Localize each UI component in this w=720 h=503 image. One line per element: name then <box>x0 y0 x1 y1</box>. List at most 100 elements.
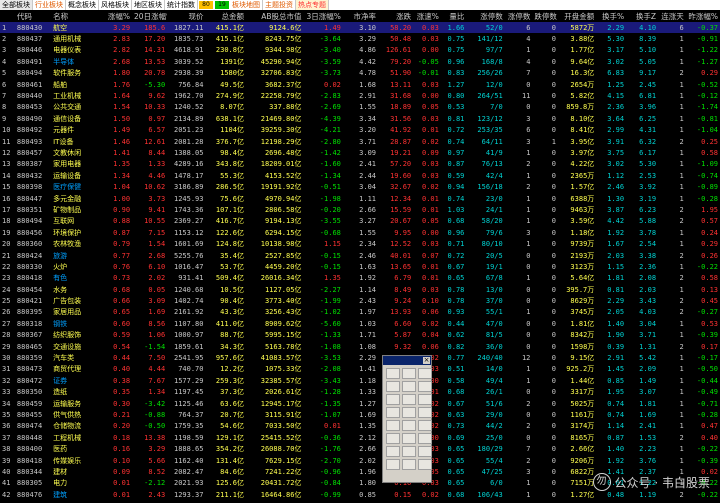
table-row[interactable]: 35 880455 供气供热 0.21 -0.88 764.37 20.7亿 3115.91亿… <box>0 409 720 420</box>
cell-2[interactable]: 传媒娱乐 <box>51 455 100 466</box>
draw-tool-icon[interactable] <box>402 394 416 405</box>
draw-tool-icon[interactable] <box>418 420 432 431</box>
table-row[interactable]: 31 880473 商贸代理 0.40 4.44 740.70 12.2亿 1075.33亿 -… <box>0 364 720 375</box>
table-row[interactable]: 24 880454 水务 0.68 0.05 1240.68 10.5亿 1127.05亿 -2… <box>0 284 720 295</box>
table-row[interactable]: 19 880456 环境保护 0.87 7.15 1153.12 122.6亿 6294.15… <box>0 227 720 238</box>
column-header-15[interactable]: 跌停数 <box>532 10 558 22</box>
table-row[interactable]: 18 880494 互联网 0.88 10.55 2369.27 416.7亿 9194.13… <box>0 216 720 227</box>
cell-2[interactable]: 水务 <box>51 284 100 295</box>
table-row[interactable]: 37 880448 工程机械 0.18 13.38 1198.59 129.1亿 25415.… <box>0 432 720 443</box>
tab-5[interactable]: 统计指数 <box>165 0 198 10</box>
cell-2[interactable]: 航空 <box>51 22 101 34</box>
column-header-20[interactable]: 昨涨幅% <box>685 10 720 22</box>
draw-tool-icon[interactable] <box>386 459 400 470</box>
cell-2[interactable]: 多元金融 <box>51 193 100 204</box>
draw-tool-icon[interactable] <box>386 433 400 444</box>
cell-2[interactable]: 建材 <box>51 466 100 477</box>
cell-2[interactable]: 电器仪表 <box>51 45 100 56</box>
cell-2[interactable]: 环境保护 <box>51 227 100 238</box>
cell-2[interactable]: 半导体 <box>51 56 100 67</box>
table-row[interactable]: 14 880432 运输设备 1.34 4.46 1478.17 55.3亿 4153.52亿… <box>0 170 720 181</box>
table-row[interactable]: 33 880350 造纸 0.35 1.34 1197.45 37.3亿 2026.61亿 -1… <box>0 387 720 398</box>
table-row[interactable]: 29 880465 交通设施 0.54 -1.54 1859.61 34.3亿 5163.78… <box>0 341 720 352</box>
cell-2[interactable]: 软件服务 <box>51 68 100 79</box>
column-header-13[interactable]: 涨停数 <box>466 10 505 22</box>
toolbox-titlebar[interactable]: × <box>383 356 431 365</box>
table-row[interactable]: 7 880440 工业机械 1.64 9.62 1962.70 274.9亿 22258.79… <box>0 90 720 101</box>
cell-2[interactable]: 工程机械 <box>51 432 100 443</box>
cell-2[interactable]: 造纸 <box>51 387 100 398</box>
draw-tool-icon[interactable] <box>418 433 432 444</box>
table-row[interactable]: 10 880492 元器件 1.49 6.57 2051.23 1104亿 39259.30亿… <box>0 125 720 136</box>
cell-2[interactable]: IT设备 <box>51 136 100 147</box>
draw-tool-icon[interactable] <box>418 368 432 379</box>
cell-2[interactable]: 通信设备 <box>51 113 100 124</box>
draw-tool-icon[interactable] <box>386 381 400 392</box>
cell-2[interactable]: 家居用品 <box>51 307 100 318</box>
draw-tool-icon[interactable] <box>418 394 432 405</box>
table-row[interactable]: 3 880446 电器仪表 2.82 14.31 4618.91 230.8亿 9344.98… <box>0 45 720 56</box>
table-row[interactable]: 23 880418 有色 0.73 2.02 931.41 509.4亿 26016.34亿 1… <box>0 273 720 284</box>
table-row[interactable]: 12 880457 文教休闲 1.41 8.44 1388.05 98.4亿 2696.48亿… <box>0 147 720 158</box>
table-row[interactable]: 25 880421 广告包装 0.66 3.09 1402.74 90.4亿 3773.40亿… <box>0 295 720 306</box>
column-header-10[interactable]: 涨跌 <box>378 10 414 22</box>
draw-tool-icon[interactable] <box>386 446 400 457</box>
draw-tool-icon[interactable] <box>402 459 416 470</box>
tab-1[interactable]: 行业板块 <box>33 0 66 10</box>
column-header-18[interactable]: 换手Z <box>626 10 659 22</box>
table-row[interactable]: 38 880400 医药 0.16 3.29 1888.65 354.2亿 26088.70亿… <box>0 443 720 454</box>
column-header-0[interactable] <box>0 10 15 22</box>
cell-2[interactable]: 广告包装 <box>51 295 100 306</box>
switch-a[interactable]: 80 <box>199 1 213 9</box>
cell-2[interactable]: 医药 <box>51 443 100 454</box>
cell-2[interactable]: 电力 <box>51 478 100 489</box>
cell-2[interactable]: 供气供热 <box>51 409 100 420</box>
cell-2[interactable]: 通用机械 <box>51 33 100 44</box>
table-row[interactable]: 13 880387 家用电器 1.35 1.33 4289.16 343.8亿 18209.0… <box>0 159 720 170</box>
cell-2[interactable]: 旅游 <box>51 250 100 261</box>
column-header-16[interactable]: 开盘金额 <box>557 10 597 22</box>
table-row[interactable]: 20 880360 农林牧渔 0.79 1.54 1601.69 124.8亿 10138.9… <box>0 238 720 249</box>
cell-2[interactable]: 文教休闲 <box>51 147 100 158</box>
column-header-7[interactable]: AB股总市值 <box>245 10 304 22</box>
table-row[interactable]: 36 880474 仓储物流 0.20 -0.50 1759.35 54.6亿 7033.50… <box>0 421 720 432</box>
table-row[interactable]: 39 880418 传媒娱乐 0.10 5.66 1162.40 131.4亿 7629.15… <box>0 455 720 466</box>
draw-tool-icon[interactable] <box>386 368 400 379</box>
column-header-1[interactable]: 代码 <box>14 10 52 22</box>
column-header-9[interactable]: 市净率 <box>342 10 379 22</box>
cell-2[interactable]: 家用电器 <box>51 159 100 170</box>
cell-2[interactable]: 互联网 <box>51 216 100 227</box>
cell-2[interactable]: 运输设备 <box>51 170 100 181</box>
cell-2[interactable]: 医疗保健 <box>51 181 100 192</box>
tab-2[interactable]: 概念板块 <box>66 0 99 10</box>
cell-2[interactable]: 钢铁 <box>51 318 100 329</box>
draw-tool-icon[interactable] <box>418 407 432 418</box>
tab-4[interactable]: 地区板块 <box>132 0 165 10</box>
draw-tool-icon[interactable] <box>402 407 416 418</box>
table-row[interactable]: 17 880351 矿物制品 0.90 9.41 1743.36 107.1亿 2806.58… <box>0 204 720 215</box>
column-header-19[interactable]: 连涨天 <box>658 10 686 22</box>
table-row[interactable]: 30 880359 汽车类 0.44 7.50 2541.95 957.6亿 41083.57… <box>0 352 720 363</box>
cell-2[interactable]: 商贸代理 <box>51 364 100 375</box>
column-header-3[interactable]: 涨幅% <box>100 10 133 22</box>
tab-0[interactable]: 全部板块 <box>0 0 33 10</box>
tab-right-0[interactable]: 板块地图 <box>230 0 263 10</box>
column-header-11[interactable]: 涨速% <box>413 10 441 22</box>
table-row[interactable]: 4 880491 半导体 2.68 13.53 3039.52 1391亿 45290.94亿… <box>0 56 720 67</box>
draw-tool-icon[interactable] <box>386 394 400 405</box>
cell-2[interactable]: 农林牧渔 <box>51 238 100 249</box>
draw-tool-icon[interactable] <box>418 459 432 470</box>
table-row[interactable]: 8 880453 公共交通 1.54 10.33 1240.52 8.07亿 337.88亿 -… <box>0 102 720 113</box>
cell-2[interactable]: 运输服务 <box>51 398 100 409</box>
draw-tool-icon[interactable] <box>418 446 432 457</box>
table-row[interactable]: 16 880447 多元金融 1.00 3.73 1245.93 75.6亿 4970.94亿… <box>0 193 720 204</box>
draw-tool-icon[interactable] <box>402 420 416 431</box>
table-row[interactable]: 32 880472 证券 0.38 7.67 1577.29 259.3亿 32385.57亿… <box>0 375 720 386</box>
tab-3[interactable]: 风格板块 <box>99 0 132 10</box>
table-row[interactable]: 34 880459 运输服务 0.30 -3.42 1125.46 63.6亿 12945.1… <box>0 398 720 409</box>
draw-tool-icon[interactable] <box>402 381 416 392</box>
cell-2[interactable]: 船舶 <box>51 79 100 90</box>
draw-tool-icon[interactable] <box>386 420 400 431</box>
table-row[interactable]: 28 880367 纺织服饰 0.59 1.06 1000.97 88.7亿 5995.15亿… <box>0 330 720 341</box>
column-header-6[interactable]: 总金额 <box>205 10 246 22</box>
